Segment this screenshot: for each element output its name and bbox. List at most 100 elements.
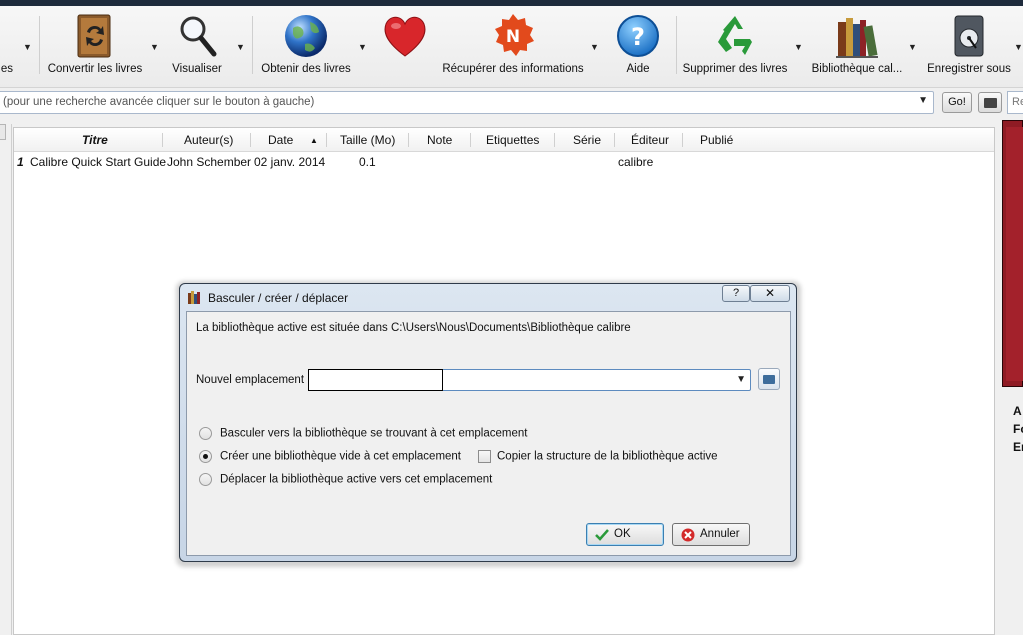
help-button[interactable]: ? Aide [610, 6, 666, 88]
search-go-button[interactable]: Go! [942, 92, 972, 113]
column-date[interactable]: Date [268, 133, 293, 147]
toolbar-separator [39, 16, 40, 74]
help-label: Aide [626, 63, 650, 75]
column-divider [408, 133, 409, 147]
magnifier-icon [180, 16, 217, 57]
convert-books-icon [77, 14, 111, 58]
folder-icon [763, 375, 775, 384]
get-books-label: Obtenir des livres [261, 63, 351, 75]
cancel-icon [681, 528, 695, 542]
option-create-library[interactable]: Créer une bibliothèque vide à cet emplac… [199, 450, 461, 463]
tag-browser-toggle[interactable] [0, 124, 6, 140]
cancel-button[interactable]: Annuler [672, 523, 750, 546]
get-books-button[interactable]: Obtenir des livres [258, 6, 354, 88]
search-input[interactable]: (pour une recherche avancée cliquer sur … [0, 91, 934, 114]
chevron-down-icon[interactable]: ▼ [23, 42, 32, 52]
search-bar: (pour une recherche avancée cliquer sur … [0, 90, 1023, 116]
search-placeholder: (pour une recherche avancée cliquer sur … [3, 96, 315, 108]
convert-books-button[interactable]: Convertir les livres [46, 6, 144, 88]
copy-structure-option[interactable]: Copier la structure de la bibliothèque a… [478, 450, 718, 463]
toolbar-separator [676, 16, 677, 74]
column-title[interactable]: Titre [82, 133, 108, 147]
option-move-library[interactable]: Déplacer la bibliothèque active vers cet… [199, 473, 492, 486]
browse-folder-button[interactable] [758, 368, 780, 390]
globe-icon [285, 15, 327, 57]
help-icon: ? [617, 15, 659, 57]
toolbar-partial-label: es [0, 63, 13, 75]
clear-search-button[interactable] [978, 92, 1002, 113]
chevron-down-icon[interactable]: ▼ [236, 42, 245, 52]
remove-books-label: Supprimer des livres [682, 63, 788, 75]
chevron-down-icon[interactable]: ▼ [918, 95, 928, 106]
dialog-title: Basculer / créer / déplacer [208, 291, 349, 305]
hard-disk-icon [954, 15, 984, 57]
saved-search-input[interactable]: Re [1007, 91, 1023, 114]
ok-label: OK [614, 528, 631, 540]
remove-books-button[interactable]: Supprimer des livres [682, 6, 788, 88]
dialog-close-button[interactable]: ✕ [750, 285, 790, 302]
convert-books-label: Convertir les livres [47, 63, 143, 75]
book-date: 02 janv. 2014 [254, 155, 326, 169]
ok-button[interactable]: OK [586, 523, 664, 546]
chevron-down-icon[interactable]: ▼ [908, 42, 917, 52]
main-toolbar: es ▼ Convertir les livres ▼ Visualiser ▼… [0, 6, 1023, 88]
copy-structure-label: Copier la structure de la bibliothèque a… [497, 450, 718, 463]
svg-text:N: N [506, 27, 520, 47]
details-line: Fo [1013, 422, 1023, 436]
radio-move[interactable] [199, 473, 212, 486]
location-input[interactable] [308, 369, 443, 391]
active-library-info: La bibliothèque active est située dans C… [196, 322, 631, 334]
book-cover[interactable] [1002, 120, 1023, 387]
book-size: 0.1 [359, 155, 376, 169]
column-tags[interactable]: Etiquettes [486, 133, 539, 147]
fetch-news-button[interactable]: N Récupérer des informations [440, 6, 586, 88]
column-divider [162, 133, 163, 147]
chevron-down-icon[interactable]: ▼ [150, 42, 159, 52]
dialog-body: La bibliothèque active est située dans C… [186, 311, 791, 556]
clear-icon [984, 98, 997, 108]
option-switch-label: Basculer vers la bibliothèque se trouvan… [220, 427, 528, 440]
book-list-header: Titre Auteur(s) Date ▲ Taille (Mo) Note … [14, 128, 994, 152]
copy-structure-checkbox[interactable] [478, 450, 491, 463]
checkmark-icon [595, 529, 609, 541]
column-publisher[interactable]: Éditeur [631, 133, 669, 147]
svg-text:?: ? [631, 23, 645, 51]
column-published[interactable]: Publié [700, 133, 733, 147]
chevron-down-icon[interactable]: ▼ [358, 42, 367, 52]
column-series[interactable]: Série [573, 133, 601, 147]
tag-browser-panel [0, 124, 12, 635]
column-size[interactable]: Taille (Mo) [340, 133, 395, 147]
view-label: Visualiser [172, 63, 222, 75]
column-divider [614, 133, 615, 147]
chevron-down-icon[interactable]: ▼ [794, 42, 803, 52]
save-to-disk-label: Enregistrer sous [927, 63, 1011, 75]
save-to-disk-button[interactable]: Enregistrer sous [924, 6, 1014, 88]
radio-create[interactable] [199, 450, 212, 463]
column-divider [326, 133, 327, 147]
calibre-library-label: Bibliothèque cal... [811, 63, 903, 75]
calibre-library-button[interactable]: Bibliothèque cal... [810, 6, 904, 88]
chevron-down-icon[interactable]: ▼ [1014, 42, 1023, 52]
chevron-down-icon[interactable]: ▼ [736, 374, 746, 385]
library-icon [188, 291, 200, 304]
dialog-help-button[interactable]: ? [722, 285, 750, 302]
chevron-down-icon[interactable]: ▼ [590, 42, 599, 52]
recycle-icon [718, 16, 752, 55]
switch-library-dialog: Basculer / créer / déplacer ? ✕ La bibli… [179, 283, 797, 562]
radio-switch[interactable] [199, 427, 212, 440]
column-divider [554, 133, 555, 147]
donate-button[interactable] [376, 6, 434, 88]
toolbar-partial-item[interactable]: es [0, 6, 20, 88]
toolbar-separator [252, 16, 253, 74]
sort-ascending-icon: ▲ [310, 136, 318, 145]
details-line: En [1013, 440, 1023, 454]
column-rating[interactable]: Note [427, 133, 452, 147]
column-divider [682, 133, 683, 147]
library-books-icon [836, 18, 878, 58]
book-title: Calibre Quick Start Guide [30, 155, 167, 169]
option-switch-library[interactable]: Basculer vers la bibliothèque se trouvan… [199, 427, 527, 440]
location-label: Nouvel emplacement : [196, 374, 311, 386]
book-publisher: calibre [618, 155, 654, 169]
column-authors[interactable]: Auteur(s) [184, 133, 233, 147]
view-button[interactable]: Visualiser [166, 6, 228, 88]
